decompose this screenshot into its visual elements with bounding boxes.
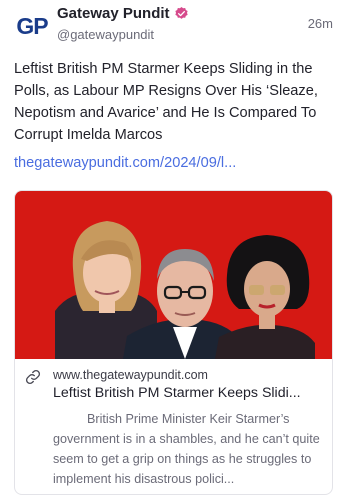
post-link[interactable]: thegatewaypundit.com/2024/09/l...: [14, 155, 336, 171]
author-name[interactable]: Gateway Pundit: [57, 5, 170, 22]
post-timestamp[interactable]: 26m: [308, 16, 333, 31]
card-thumbnail-image: [15, 191, 332, 359]
post-text: Leftist British PM Starmer Keeps Sliding…: [14, 61, 318, 143]
link-icon: [25, 369, 41, 385]
avatar[interactable]: GP: [14, 8, 50, 44]
card-title[interactable]: Leftist British PM Starmer Keeps Slidi..…: [53, 385, 325, 401]
author-name-row[interactable]: Gateway Pundit: [57, 5, 189, 22]
avatar-logo-text: GP: [16, 12, 48, 39]
card-domain: www.thegatewaypundit.com: [53, 368, 208, 382]
verified-badge-icon: [174, 6, 188, 19]
post[interactable]: GP Gateway Pundit @gatewaypundit 26m Lef…: [0, 0, 347, 500]
author-handle[interactable]: @gatewaypundit: [57, 27, 154, 42]
link-preview-card[interactable]: www.thegatewaypundit.com Leftist British…: [14, 190, 333, 495]
card-description: British Prime Minister Keir Starmer’s go…: [53, 412, 320, 486]
